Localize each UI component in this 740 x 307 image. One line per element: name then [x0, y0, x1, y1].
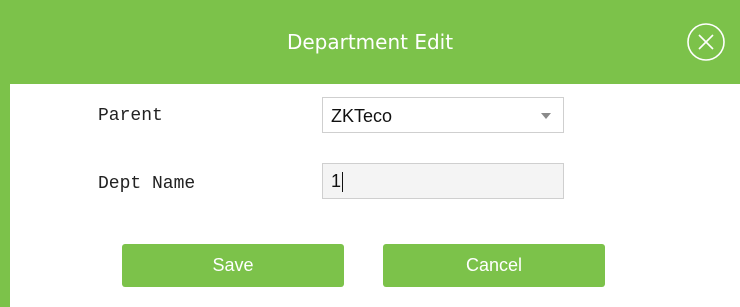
dept-name-label: Dept Name: [98, 174, 196, 194]
dept-name-value: 1: [331, 171, 342, 191]
dialog-titlebar: Department Edit: [0, 0, 740, 84]
text-caret: [342, 172, 344, 193]
dept-name-input[interactable]: 1: [322, 163, 564, 199]
close-icon[interactable]: [684, 20, 728, 64]
parent-label: Parent: [98, 106, 163, 126]
parent-select-value: ZKTeco: [331, 106, 393, 126]
save-button[interactable]: Save: [122, 244, 344, 287]
parent-select[interactable]: ZKTeco: [322, 97, 564, 133]
dialog-title: Department Edit: [286, 30, 454, 54]
cancel-button[interactable]: Cancel: [383, 244, 605, 287]
department-edit-dialog: Department Edit Parent ZKTeco Dept Name …: [0, 0, 740, 307]
chevron-down-icon: [541, 113, 551, 119]
